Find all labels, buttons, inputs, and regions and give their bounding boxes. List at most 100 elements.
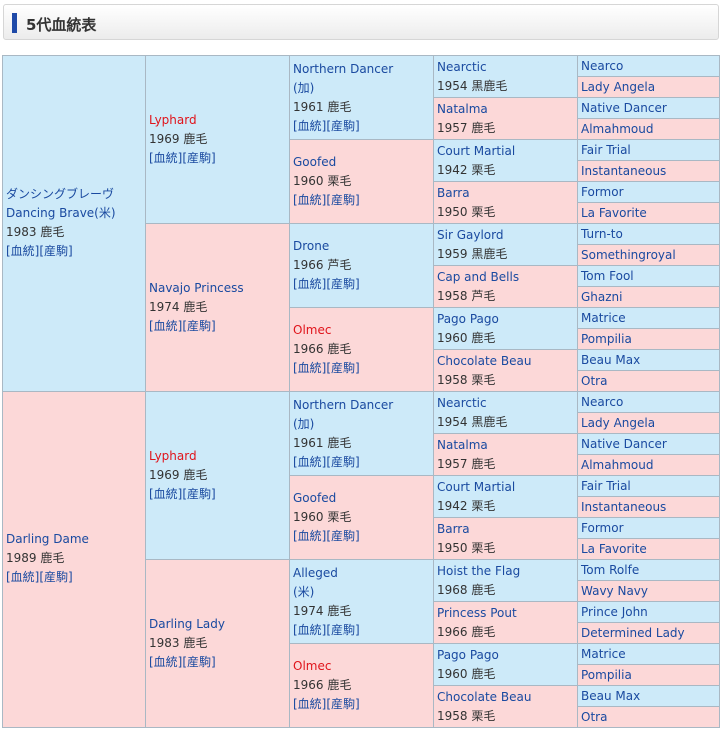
offspring-link[interactable]: [産駒] — [326, 697, 359, 711]
horse-name[interactable]: Sir Gaylord — [437, 226, 574, 245]
horse-name[interactable]: Wavy Navy — [581, 584, 648, 598]
horse-name[interactable]: Darling Lady — [149, 615, 286, 634]
horse-name[interactable]: Formor — [581, 521, 624, 535]
offspring-link[interactable]: [産駒] — [326, 623, 359, 637]
pedigree-link[interactable]: [血統] — [6, 570, 39, 584]
horse-name[interactable]: Pompilia — [581, 332, 632, 346]
horse-name[interactable]: Matrice — [581, 647, 626, 661]
horse-name[interactable]: Formor — [581, 185, 624, 199]
offspring-link[interactable]: [産駒] — [326, 277, 359, 291]
pedigree-link[interactable]: [血統] — [293, 193, 326, 207]
horse-name[interactable]: Beau Max — [581, 689, 640, 703]
horse-name[interactable]: Chocolate Beau — [437, 688, 574, 707]
horse-name[interactable]: Hoist the Flag — [437, 562, 574, 581]
horse-name[interactable]: Navajo Princess — [149, 279, 286, 298]
horse-name[interactable]: Nearctic — [437, 394, 574, 413]
horse-name[interactable]: Prince John — [581, 605, 648, 619]
horse-name[interactable]: Princess Pout — [437, 604, 574, 623]
horse-name[interactable]: Lady Angela — [581, 416, 655, 430]
horse-name[interactable]: Olmec — [293, 657, 430, 676]
horse-name[interactable]: Pago Pago — [437, 310, 574, 329]
pedigree-link[interactable]: [血統] — [293, 277, 326, 291]
offspring-link[interactable]: [産駒] — [182, 655, 215, 669]
horse-name[interactable]: Natalma — [437, 100, 574, 119]
horse-name[interactable]: Otra — [581, 710, 607, 724]
horse-name[interactable]: Lyphard — [149, 111, 286, 130]
offspring-link[interactable]: [産駒] — [182, 319, 215, 333]
horse-name[interactable]: Nearco — [581, 59, 623, 73]
pedigree-link[interactable]: [血統] — [293, 697, 326, 711]
horse-name[interactable]: Otra — [581, 374, 607, 388]
pedigree-link[interactable]: [血統] — [293, 455, 326, 469]
horse-name[interactable]: Olmec — [293, 321, 430, 340]
horse-name[interactable]: Alleged — [293, 564, 430, 583]
horse-name[interactable]: Goofed — [293, 489, 430, 508]
horse-name[interactable]: La Favorite — [581, 206, 647, 220]
offspring-link[interactable]: [産駒] — [326, 361, 359, 375]
horse-name[interactable]: Determined Lady — [581, 626, 685, 640]
offspring-link[interactable]: [産駒] — [182, 487, 215, 501]
horse-name[interactable]: Goofed — [293, 153, 430, 172]
horse-cell-gen2: Lyphard 1969 鹿毛 [血統][産駒] — [145, 391, 290, 560]
horse-name[interactable]: Pago Pago — [437, 646, 574, 665]
horse-name[interactable]: Beau Max — [581, 353, 640, 367]
horse-name[interactable]: Instantaneous — [581, 164, 666, 178]
horse-name[interactable]: Barra — [437, 520, 574, 539]
pedigree-link[interactable]: [血統] — [6, 244, 39, 258]
horse-cell-gen4: Cap and Bells 1958 芦毛 — [433, 265, 578, 308]
horse-year-color: 1960 栗毛 — [293, 174, 352, 188]
horse-name[interactable]: Fair Trial — [581, 479, 631, 493]
horse-name[interactable]: Darling Dame — [6, 530, 142, 549]
pedigree-link[interactable]: [血統] — [149, 319, 182, 333]
pedigree-link[interactable]: [血統] — [293, 361, 326, 375]
offspring-link[interactable]: [産駒] — [182, 151, 215, 165]
horse-name[interactable]: Fair Trial — [581, 143, 631, 157]
horse-name[interactable]: Court Martial — [437, 478, 574, 497]
offspring-link[interactable]: [産駒] — [326, 193, 359, 207]
horse-name[interactable]: Instantaneous — [581, 500, 666, 514]
horse-cell-gen5: Otra — [577, 706, 720, 728]
offspring-link[interactable]: [産駒] — [39, 570, 72, 584]
horse-name[interactable]: Tom Rolfe — [581, 563, 639, 577]
pedigree-link[interactable]: [血統] — [149, 655, 182, 669]
horse-name[interactable]: Nearco — [581, 395, 623, 409]
horse-year-color: 1954 黒鹿毛 — [437, 79, 508, 93]
horse-origin: (加) — [293, 80, 315, 95]
pedigree-link[interactable]: [血統] — [293, 529, 326, 543]
horse-name[interactable]: Natalma — [437, 436, 574, 455]
horse-name[interactable]: Pompilia — [581, 668, 632, 682]
offspring-link[interactable]: [産駒] — [39, 244, 72, 258]
offspring-link[interactable]: [産駒] — [326, 529, 359, 543]
horse-name[interactable]: Northern Dancer — [293, 60, 430, 79]
pedigree-link[interactable]: [血統] — [293, 623, 326, 637]
horse-name[interactable]: Matrice — [581, 311, 626, 325]
horse-name[interactable]: Barra — [437, 184, 574, 203]
horse-name[interactable]: Native Dancer — [581, 101, 667, 115]
offspring-link[interactable]: [産駒] — [326, 455, 359, 469]
pedigree-link[interactable]: [血統] — [149, 151, 182, 165]
horse-name[interactable]: Almahmoud — [581, 458, 653, 472]
horse-name[interactable]: Court Martial — [437, 142, 574, 161]
horse-name[interactable]: Turn-to — [581, 227, 623, 241]
horse-year-color: 1966 鹿毛 — [437, 625, 496, 639]
horse-name[interactable]: Chocolate Beau — [437, 352, 574, 371]
horse-name[interactable]: Northern Dancer — [293, 396, 430, 415]
horse-name[interactable]: Tom Fool — [581, 269, 634, 283]
pedigree-link[interactable]: [血統] — [149, 487, 182, 501]
horse-name[interactable]: ダンシングブレーヴ — [6, 185, 142, 204]
horse-name[interactable]: Native Dancer — [581, 437, 667, 451]
horse-name[interactable]: Drone — [293, 237, 430, 256]
horse-name[interactable]: Lyphard — [149, 447, 286, 466]
offspring-link[interactable]: [産駒] — [326, 119, 359, 133]
horse-name[interactable]: Lady Angela — [581, 80, 655, 94]
horse-name[interactable]: Somethingroyal — [581, 248, 676, 262]
horse-cell-gen5: Pompilia — [577, 664, 720, 686]
horse-links: [血統][産駒] — [293, 275, 430, 294]
horse-name[interactable]: Cap and Bells — [437, 268, 574, 287]
horse-name[interactable]: Nearctic — [437, 58, 574, 77]
horse-name[interactable]: Almahmoud — [581, 122, 653, 136]
horse-links: [血統][産駒] — [6, 568, 142, 587]
pedigree-link[interactable]: [血統] — [293, 119, 326, 133]
horse-name[interactable]: Ghazni — [581, 290, 623, 304]
horse-name[interactable]: La Favorite — [581, 542, 647, 556]
